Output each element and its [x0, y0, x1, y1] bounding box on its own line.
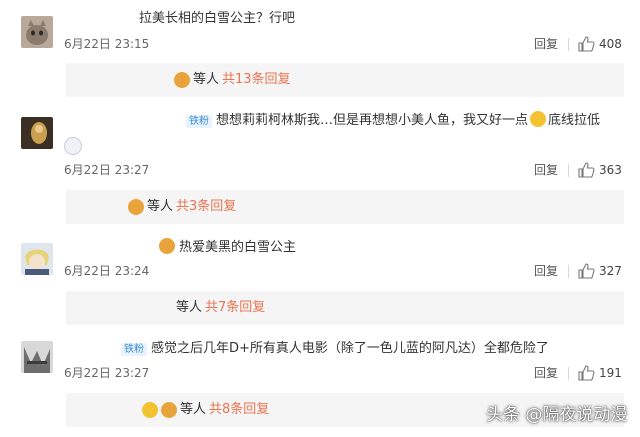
- like-count: 191: [599, 366, 622, 380]
- fan-badge: 铁粉: [186, 115, 212, 128]
- comment-text: 铁粉 想想莉莉柯林斯我…但是再想想小美人鱼，我又好一点 底线拉低: [186, 111, 600, 130]
- comment-time: 6月22日 23:27: [64, 366, 150, 380]
- comment-text: 拉美长相的白雪公主？行吧: [139, 11, 296, 26]
- user-badge-avatar: [64, 137, 82, 155]
- reply-thread-bar: [66, 291, 624, 325]
- like-button[interactable]: 363: [578, 162, 622, 178]
- comment-text: 铁粉 感觉之后几年D+所有真人电影（除了一色儿蓝的阿凡达）全都危险了: [121, 340, 549, 358]
- reply-button[interactable]: 回复: [534, 162, 558, 178]
- comment-time: 6月22日 23:24: [64, 264, 150, 278]
- reply-button[interactable]: 回复: [534, 36, 558, 52]
- like-button[interactable]: 408: [578, 36, 622, 52]
- comment-time: 6月22日 23:27: [64, 163, 150, 177]
- user-avatar-icon: [174, 72, 190, 88]
- view-replies-link[interactable]: 等人 共8条回复: [142, 401, 269, 419]
- emoji-icon: [530, 111, 547, 127]
- fan-badge: 铁粉: [121, 343, 147, 356]
- divider: [568, 38, 569, 51]
- thumb-up-icon: [578, 365, 595, 381]
- thumb-up-icon: [578, 263, 595, 279]
- view-replies-link[interactable]: 等人 共7条回复: [176, 299, 265, 317]
- like-count: 327: [599, 264, 622, 278]
- user-avatar-icon: [161, 402, 177, 418]
- reply-button[interactable]: 回复: [534, 365, 558, 381]
- emoji-icon: [159, 238, 175, 254]
- divider: [568, 164, 569, 177]
- comment-text: 热爱美黑的白雪公主: [159, 238, 296, 257]
- avatar[interactable]: [21, 341, 53, 373]
- like-button[interactable]: 191: [578, 365, 622, 381]
- avatar[interactable]: [21, 117, 53, 149]
- like-button[interactable]: 327: [578, 263, 622, 279]
- view-replies-link[interactable]: 等人 共13条回复: [174, 71, 291, 89]
- like-count: 408: [599, 37, 622, 51]
- reply-button[interactable]: 回复: [534, 263, 558, 279]
- divider: [568, 265, 569, 278]
- watermark: 头条 @隔夜说动漫: [486, 405, 628, 425]
- avatar[interactable]: [21, 16, 53, 48]
- reply-thread-bar: [66, 63, 624, 97]
- thumb-up-icon: [578, 162, 595, 178]
- divider: [568, 367, 569, 380]
- thumb-up-icon: [578, 36, 595, 52]
- like-count: 363: [599, 163, 622, 177]
- comment-time: 6月22日 23:15: [64, 37, 150, 51]
- view-replies-link[interactable]: 等人 共3条回复: [128, 198, 236, 216]
- user-avatar-icon: [128, 199, 144, 215]
- avatar[interactable]: [21, 243, 53, 275]
- user-avatar-icon: [142, 402, 158, 418]
